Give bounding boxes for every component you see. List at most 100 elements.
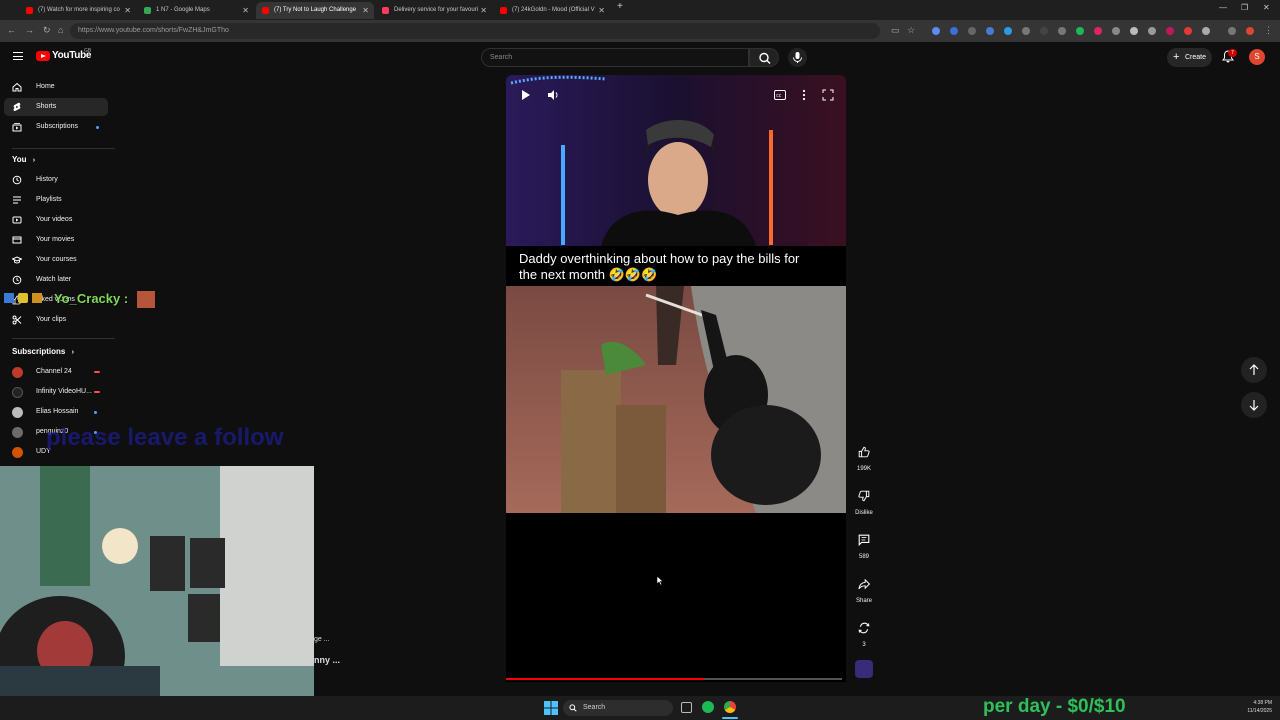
watch-later-icon <box>12 275 22 285</box>
search-button[interactable] <box>749 48 779 67</box>
like-button-circle[interactable] <box>852 440 876 464</box>
sidebar-item-your-videos[interactable]: Your videos <box>4 211 108 229</box>
home-browser-icon[interactable]: ⌂ <box>58 25 63 35</box>
extension-icon[interactable] <box>932 27 940 35</box>
volume-icon[interactable] <box>547 89 559 101</box>
video-progress-bar[interactable] <box>506 678 842 680</box>
short-video-player[interactable]: Daddy overthinking about how to pay the … <box>506 75 846 682</box>
close-tab-icon[interactable]: ✕ <box>480 2 487 19</box>
new-tab-button[interactable]: + <box>617 1 623 12</box>
sidebar-item-shorts[interactable]: Shorts <box>4 98 108 116</box>
extension-icon[interactable] <box>1166 27 1174 35</box>
extension-icon[interactable] <box>1004 27 1012 35</box>
share-button[interactable]: Share <box>850 572 878 604</box>
more-options-icon[interactable] <box>801 89 807 101</box>
address-bar[interactable]: https://www.youtube.com/shorts/FwZH&JmGT… <box>70 23 880 39</box>
hamburger-menu-icon[interactable] <box>13 52 23 60</box>
search-input[interactable]: Search <box>481 48 749 67</box>
sound-thumbnail[interactable] <box>855 660 873 678</box>
task-view-icon[interactable] <box>681 702 692 713</box>
sidebar-item-label: Playlists <box>36 196 62 203</box>
comments-button-circle[interactable] <box>852 528 876 552</box>
close-tab-icon[interactable]: ✕ <box>598 2 605 19</box>
extensions-puzzle-icon[interactable] <box>1202 27 1210 35</box>
like-button[interactable]: 199K <box>850 440 878 472</box>
extension-icon[interactable] <box>1184 27 1192 35</box>
back-icon[interactable]: ← <box>7 25 16 35</box>
you-section-heading[interactable]: You › <box>12 155 35 164</box>
minimize-icon[interactable]: — <box>1219 3 1227 12</box>
close-window-icon[interactable]: ✕ <box>1263 3 1270 12</box>
extension-icon[interactable] <box>1040 27 1048 35</box>
extension-icon[interactable] <box>986 27 994 35</box>
extension-icon[interactable] <box>950 27 958 35</box>
extension-icon[interactable] <box>1076 27 1084 35</box>
youtube-logo-icon[interactable] <box>36 51 50 61</box>
dislike-button[interactable]: Dislike <box>850 484 878 516</box>
next-short-button[interactable] <box>1241 392 1267 418</box>
closed-captions-icon[interactable]: cc <box>774 90 786 100</box>
sidebar-item-watch-later[interactable]: Watch later <box>4 271 108 289</box>
comments-button[interactable]: 589 <box>850 528 878 560</box>
account-avatar[interactable]: S <box>1249 49 1265 65</box>
channel-avatar <box>12 447 23 458</box>
profile-icon[interactable] <box>1246 27 1254 35</box>
menu-kebab-icon[interactable]: ⋮ <box>1264 25 1273 36</box>
play-icon[interactable] <box>521 89 531 101</box>
browser-tab[interactable]: (7) Watch for more inspiring co ✕ <box>20 2 136 19</box>
browser-tab-bar: (7) Watch for more inspiring co ✕ 1 N7 -… <box>0 0 1280 20</box>
sidebar-subscription-item[interactable]: Elias Hossain <box>4 403 108 421</box>
dislike-button-circle[interactable] <box>852 484 876 508</box>
forward-icon[interactable]: → <box>25 25 34 35</box>
sidebar-item-history[interactable]: History <box>4 171 108 189</box>
close-tab-icon[interactable]: ✕ <box>124 2 131 19</box>
restore-icon[interactable]: ❐ <box>1241 3 1248 12</box>
remix-button[interactable]: 3 <box>850 616 878 648</box>
close-tab-icon[interactable]: ✕ <box>362 2 369 19</box>
maps-favicon-icon <box>144 7 151 14</box>
reload-icon[interactable]: ↻ <box>43 25 51 36</box>
create-button[interactable]: + Create <box>1167 48 1212 67</box>
sidebar-item-your-movies[interactable]: Your movies <box>4 231 108 249</box>
windows-start-icon[interactable] <box>544 701 558 715</box>
create-label: Create <box>1185 54 1207 61</box>
sidebar-subscription-item[interactable]: Infinity VideoHU... <box>4 383 108 401</box>
fullscreen-icon[interactable] <box>822 89 834 101</box>
extension-icon[interactable] <box>1058 27 1066 35</box>
extension-icon[interactable] <box>1130 27 1138 35</box>
sidebar-item-your-clips[interactable]: Your clips <box>4 311 108 329</box>
install-app-icon[interactable]: ▭ <box>891 25 900 36</box>
extension-icon[interactable] <box>1022 27 1030 35</box>
extension-icon[interactable] <box>1148 27 1156 35</box>
sidebar-item-subscriptions[interactable]: Subscriptions <box>4 118 108 136</box>
browser-tab[interactable]: 1 N7 - Google Maps ✕ <box>138 2 254 19</box>
subscriptions-section-heading[interactable]: Subscriptions › <box>12 347 74 356</box>
dislike-label: Dislike <box>855 510 873 516</box>
extension-icon[interactable] <box>1112 27 1120 35</box>
share-button-circle[interactable] <box>852 572 876 596</box>
truncated-text: ge ... <box>314 636 330 643</box>
system-clock[interactable]: 4:38 PM 11/14/2025 <box>1236 699 1272 715</box>
close-tab-icon[interactable]: ✕ <box>242 2 249 19</box>
sound-button[interactable] <box>850 660 878 678</box>
new-content-dot-icon <box>94 411 97 414</box>
remix-button-circle[interactable] <box>852 616 876 640</box>
clock-date: 11/14/2025 <box>1247 708 1272 714</box>
sidebar-item-your-courses[interactable]: Your courses <box>4 251 108 269</box>
voice-search-button[interactable] <box>788 48 807 67</box>
previous-short-button[interactable] <box>1241 357 1267 383</box>
browser-tab-active[interactable]: (7) Try Not to Laugh Challenge ✕ <box>256 2 374 19</box>
extension-icon[interactable] <box>968 27 976 35</box>
sidebar-item-home[interactable]: Home <box>4 78 108 96</box>
browser-tab[interactable]: Delivery service for your favouri ✕ <box>376 2 492 19</box>
sidebar-toggle-icon[interactable] <box>1228 27 1236 35</box>
browser-tab[interactable]: (7) 24kGoldn - Mood (Official V ✕ <box>494 2 610 19</box>
chrome-icon[interactable] <box>724 701 736 713</box>
sidebar-item-playlists[interactable]: Playlists <box>4 191 108 209</box>
spotify-icon[interactable] <box>702 701 714 713</box>
youtube-favicon-icon <box>26 7 33 14</box>
sidebar-subscription-item[interactable]: Channel 24 <box>4 363 108 381</box>
bookmark-star-icon[interactable]: ☆ <box>907 25 915 36</box>
extension-icon[interactable] <box>1094 27 1102 35</box>
taskbar-search[interactable]: Search <box>563 700 673 716</box>
